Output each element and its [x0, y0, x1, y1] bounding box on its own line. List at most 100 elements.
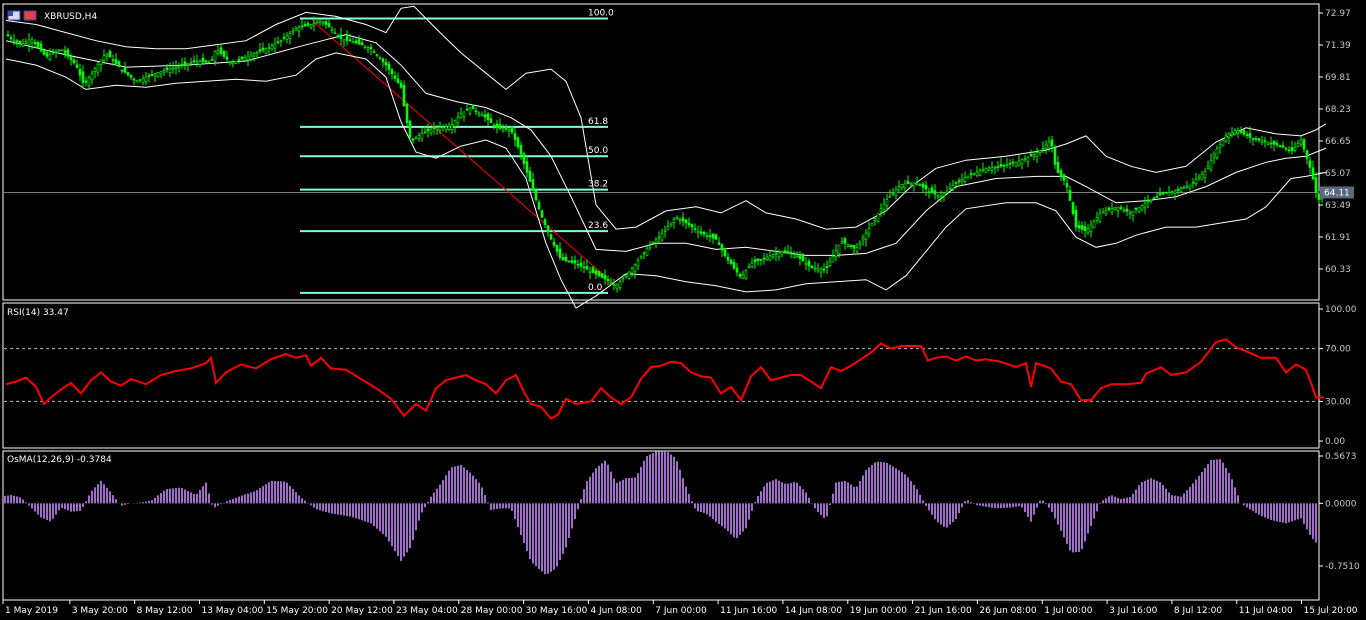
candle-body [1191, 182, 1195, 184]
candle-body [234, 60, 238, 64]
candle-body [201, 57, 205, 63]
candle-body [1263, 140, 1267, 143]
candle-body [267, 46, 271, 49]
candle-body [1287, 149, 1291, 152]
flag-icon-2 [23, 10, 37, 21]
candle-body [867, 227, 871, 234]
candle-body [1257, 138, 1261, 141]
candle-body [174, 66, 178, 69]
candle-body [1254, 138, 1258, 140]
x-axis-tick-label: 15 Jul 20:00 [1304, 606, 1358, 616]
fib-level-label: 100.0 [588, 8, 614, 18]
candle-body [876, 213, 880, 222]
candle-body [990, 167, 994, 171]
candle-body [384, 61, 388, 66]
candle-body [204, 60, 208, 63]
candle-body [942, 193, 946, 197]
candle-body [1077, 225, 1081, 229]
candle-body [1050, 139, 1054, 147]
candle-body [573, 260, 577, 264]
candle-body [1056, 162, 1060, 174]
candle-body [912, 182, 916, 187]
candle-body [564, 256, 568, 262]
candle-body [585, 266, 589, 270]
x-axis-tick-label: 26 Jun 08:00 [979, 606, 1036, 616]
candle-body [1053, 147, 1057, 165]
candle-body [54, 51, 58, 53]
candle-body [303, 24, 307, 27]
candle-body [552, 241, 556, 246]
candle-body [753, 259, 757, 263]
candle-body [486, 113, 490, 121]
candle-body [465, 108, 469, 111]
candle-body [171, 67, 175, 70]
rsi-title: RSI(14) 33.47 [7, 308, 69, 318]
candle-body [120, 69, 124, 72]
candle-body [849, 244, 853, 247]
candle-body [282, 37, 286, 39]
candle-body [315, 21, 319, 24]
candle-body [684, 219, 688, 224]
candle-body [837, 244, 841, 255]
main-y-tick-label: 63.49 [1325, 201, 1351, 211]
candle-body [1305, 150, 1309, 159]
candle-body [807, 260, 811, 267]
candle-body [603, 274, 607, 280]
x-axis-tick-label: 7 Jun 00:00 [655, 606, 707, 616]
candle-body [1170, 191, 1174, 194]
candle-body [765, 256, 769, 260]
trading-chart[interactable]: XBRUSD,H4 RSI(14) 33.47 OsMA(12,26,9) -0… [0, 0, 1366, 620]
candle-body [456, 117, 460, 124]
x-axis-tick-label: 11 Jul 04:00 [1239, 606, 1293, 616]
candle-body [1002, 164, 1006, 167]
candle-body [1137, 207, 1141, 213]
candle-body [675, 217, 679, 220]
candle-body [777, 251, 781, 258]
candle-body [102, 55, 106, 61]
candle-body [459, 113, 463, 119]
candle-body [1242, 130, 1246, 135]
candle-body [243, 57, 247, 61]
candle-body [408, 120, 412, 138]
candle-body [1068, 189, 1072, 201]
candle-body [705, 235, 709, 237]
candle-body [246, 55, 250, 61]
candle-body [993, 166, 997, 169]
candle-body [438, 126, 442, 131]
candle-body [726, 256, 730, 261]
candle-body [717, 242, 721, 245]
candle-body [129, 74, 133, 78]
flag-icon-canton [8, 11, 13, 16]
candle-body [576, 263, 580, 266]
candle-body [792, 254, 796, 258]
candle-body [840, 241, 844, 244]
candle-body [924, 184, 928, 190]
candle-body [507, 129, 511, 132]
candle-body [609, 282, 613, 285]
candle-body [1062, 174, 1066, 181]
candle-body [828, 261, 832, 266]
candle-body [951, 185, 955, 190]
candle-body [543, 219, 547, 225]
candle-body [1167, 192, 1171, 196]
candle-body [756, 258, 760, 261]
candle-body [909, 182, 913, 185]
x-axis-tick-label: 19 Jun 00:00 [850, 606, 907, 616]
candle-body [819, 268, 823, 273]
candle-body [1140, 205, 1144, 211]
candle-body [891, 192, 895, 196]
candle-body [1197, 176, 1201, 179]
candle-body [594, 270, 598, 275]
candle-body [708, 235, 712, 238]
candle-body [414, 137, 418, 140]
candle-body [531, 179, 535, 191]
candle-body [132, 78, 136, 81]
candle-body [786, 251, 790, 254]
candle-body [768, 255, 772, 261]
candle-body [606, 279, 610, 282]
candle-body [534, 190, 538, 201]
candle-body [360, 42, 364, 46]
candle-body [321, 21, 325, 24]
candle-body [1308, 160, 1312, 168]
candle-body [192, 60, 196, 63]
